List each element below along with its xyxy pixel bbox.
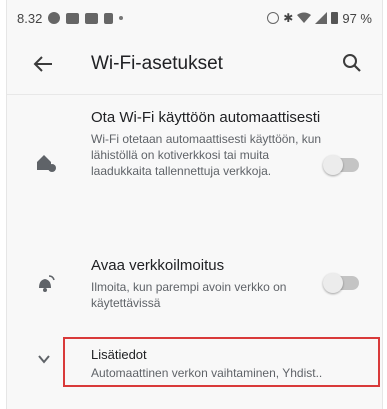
more-notifications-icon [119, 16, 124, 20]
cell-signal-icon [315, 12, 328, 24]
wifi-notification-icon [39, 275, 55, 292]
app-bar-divider [7, 94, 382, 95]
image-icon [85, 12, 99, 24]
auto-wifi-toggle[interactable] [323, 155, 359, 175]
search-icon[interactable] [341, 52, 363, 74]
page-title: Wi-Fi-asetukset [91, 53, 223, 74]
wifi-signal-icon [297, 12, 312, 23]
alarm-icon [267, 12, 280, 24]
status-time: 8.32 [17, 10, 43, 26]
network-notification-toggle[interactable] [323, 273, 359, 293]
phone-screen: 8.32 ✱ 97 % Wi-Fi-asetukset Ota Wi-Fi kä… [6, 0, 383, 409]
setting-row-auto-wifi[interactable]: Ota Wi-Fi käyttöön automaattisesti Wi-Fi… [7, 108, 382, 228]
wifi-home-icon [37, 155, 56, 172]
advanced-summary: Automaattinen verkon vaihtaminen, Yhdist… [91, 366, 323, 380]
setting-row-network-notification[interactable]: Avaa verkkoilmoitus Ilmoita, kun parempi… [7, 256, 382, 316]
app-bar: Wi-Fi-asetukset [7, 36, 382, 92]
setting-description: Ilmoita, kun parempi avoin verkko on käy… [91, 280, 287, 310]
advanced-title: Lisätiedot [91, 347, 147, 362]
battery-percent: 97 % [342, 10, 372, 26]
setting-description: Wi-Fi otetaan automaattisesti käyttöön, … [91, 132, 322, 178]
status-bar: 8.32 ✱ 97 % [7, 0, 382, 36]
back-arrow-icon[interactable] [33, 54, 53, 74]
battery-icon [331, 12, 339, 24]
toggle-knob [323, 273, 343, 293]
lock-icon [104, 12, 114, 24]
mail-icon [66, 12, 80, 24]
setting-title: Ota Wi-Fi käyttöön automaattisesti [91, 109, 321, 126]
advanced-section[interactable]: Lisätiedot Automaattinen verkon vaihtami… [63, 337, 380, 387]
setting-title: Avaa verkkoilmoitus [91, 257, 225, 274]
app-notification-icon [48, 12, 61, 24]
bluetooth-icon: ✱ [283, 11, 294, 25]
chevron-down-icon[interactable] [37, 352, 51, 366]
toggle-knob [323, 155, 343, 175]
